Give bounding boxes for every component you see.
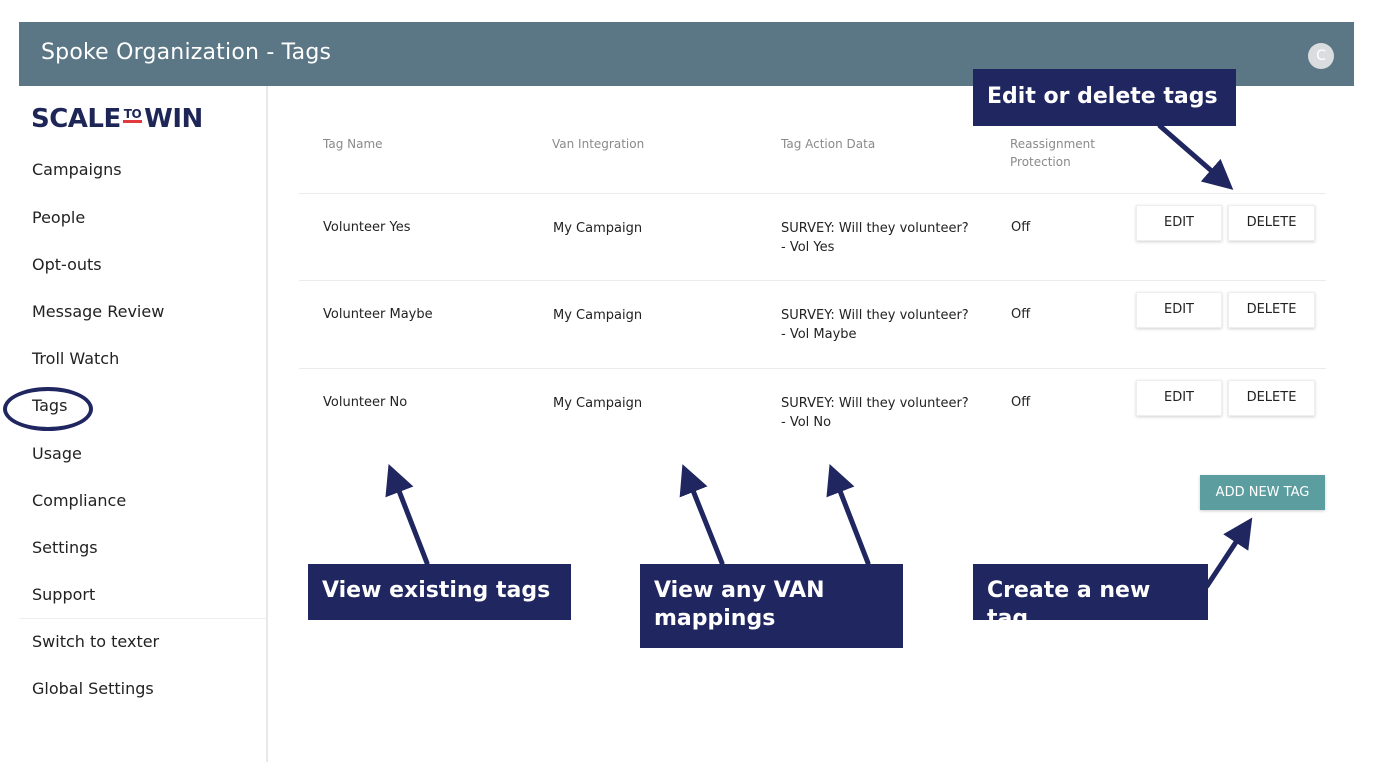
tag-name-cell: Volunteer Yes — [323, 220, 411, 235]
tag-action-data-cell: SURVEY: Will they volunteer? - Vol Maybe — [781, 308, 969, 342]
sidebar-item-switch-to-texter[interactable]: Switch to texter — [32, 632, 159, 651]
user-avatar[interactable]: C — [1308, 43, 1334, 69]
tag-name-cell: Volunteer No — [323, 395, 408, 410]
tag-action-data-cell: SURVEY: Will they volunteer? - Vol No — [781, 396, 969, 430]
callout-edit-delete: Edit or delete tags — [973, 69, 1236, 126]
sidebar-item-campaigns[interactable]: Campaigns — [32, 160, 122, 179]
tags-highlight-ring — [3, 387, 93, 431]
add-new-tag-button[interactable]: ADD NEW TAG — [1200, 475, 1325, 510]
van-integration-cell: My Campaign — [553, 396, 643, 411]
column-header-tag-name: Tag Name — [323, 137, 383, 151]
delete-button[interactable]: DELETE — [1228, 380, 1315, 416]
sidebar-item-global-settings[interactable]: Global Settings — [32, 679, 154, 698]
delete-button[interactable]: DELETE — [1228, 205, 1315, 241]
sidebar-item-usage[interactable]: Usage — [32, 444, 82, 463]
page-title: Spoke Organization - Tags — [41, 40, 332, 65]
edit-button[interactable]: EDIT — [1136, 380, 1222, 416]
sidebar-item-settings[interactable]: Settings — [32, 538, 98, 557]
callout-van-mappings: View any VAN mappings — [640, 564, 903, 648]
arrow-to-action-column — [826, 464, 871, 566]
arrow-to-van-column — [679, 464, 725, 566]
sidebar-divider — [19, 618, 268, 619]
tag-name-cell: Volunteer Maybe — [323, 307, 433, 322]
callout-view-tags: View existing tags — [308, 564, 571, 620]
sidebar-item-support[interactable]: Support — [32, 585, 95, 604]
column-header-van-integration: Van Integration — [552, 137, 645, 151]
column-header-tag-action-data: Tag Action Data — [781, 137, 876, 151]
protection-cell: Off — [1011, 307, 1031, 322]
delete-button[interactable]: DELETE — [1228, 292, 1315, 328]
sidebar-item-compliance[interactable]: Compliance — [32, 491, 126, 510]
tag-action-data-cell: SURVEY: Will they volunteer? - Vol Yes — [781, 221, 969, 255]
sidebar-item-opt-outs[interactable]: Opt-outs — [32, 255, 102, 274]
van-integration-cell: My Campaign — [553, 308, 643, 323]
callout-create-tag: Create a new tag — [973, 564, 1208, 631]
sidebar-item-message-review[interactable]: Message Review — [32, 302, 164, 321]
column-header-reassignment-protection: Reassignment Protection — [1010, 137, 1095, 169]
scale-to-win-logo: SCALE TO WIN — [31, 104, 203, 134]
row-divider — [299, 368, 1326, 369]
arrow-to-delete — [1157, 123, 1234, 190]
arrow-to-tag-names — [385, 464, 430, 566]
sidebar-item-troll-watch[interactable]: Troll Watch — [32, 349, 119, 368]
protection-cell: Off — [1011, 220, 1031, 235]
row-divider — [299, 280, 1326, 281]
protection-cell: Off — [1011, 395, 1031, 410]
van-integration-cell: My Campaign — [553, 221, 643, 236]
edit-button[interactable]: EDIT — [1136, 205, 1222, 241]
arrow-to-add-button — [1204, 517, 1253, 589]
edit-button[interactable]: EDIT — [1136, 292, 1222, 328]
sidebar-item-people[interactable]: People — [32, 208, 85, 227]
row-divider — [299, 193, 1326, 194]
